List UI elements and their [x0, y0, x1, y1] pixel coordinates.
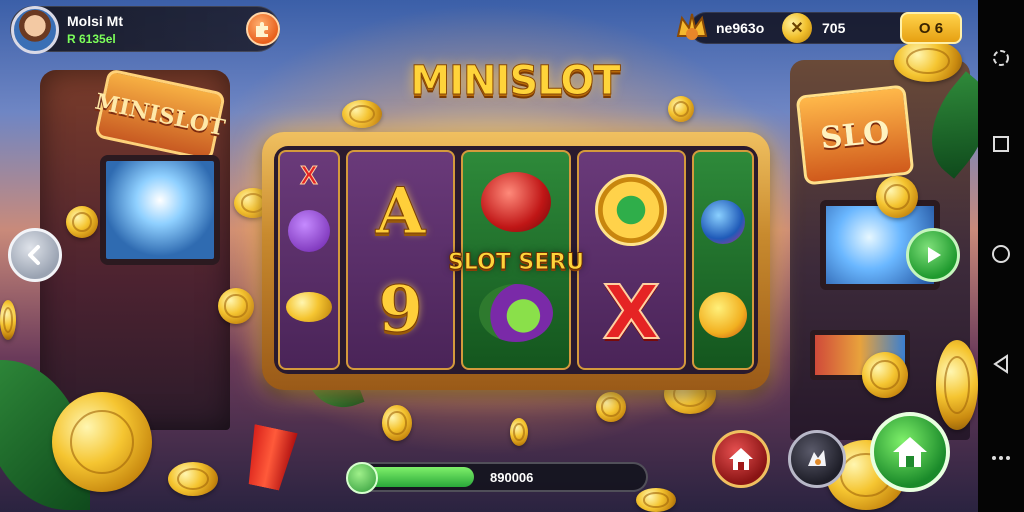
chevron-left-icon	[28, 245, 40, 265]
gem-count: ne963o	[716, 20, 765, 36]
play-button[interactable]	[906, 228, 960, 282]
arcade-screen-left	[100, 155, 220, 265]
home-icon	[729, 448, 753, 470]
android-rotate-icon[interactable]	[989, 46, 1013, 70]
shop-button[interactable]	[712, 430, 770, 488]
coin-decoration	[876, 176, 918, 218]
coin-decoration	[382, 405, 412, 441]
soda-cup-decoration	[242, 424, 298, 492]
avatar[interactable]	[11, 6, 59, 54]
profile-button[interactable]	[788, 430, 846, 488]
symbol-apple	[480, 172, 551, 232]
arcade-sign-right: SLO	[795, 84, 915, 186]
coin-decoration	[0, 300, 16, 340]
coin-decoration	[668, 96, 694, 122]
symbol-coin	[285, 292, 332, 322]
coin-decoration	[894, 40, 962, 82]
coin-decoration	[936, 340, 978, 430]
game-stage: MINISLOT SLO Molsi Mt R 6135el ne963o ✕ …	[0, 0, 978, 512]
progress-bar: 890006	[346, 462, 648, 494]
reel-5	[692, 150, 754, 370]
coin-decoration	[596, 392, 626, 422]
crown-icon[interactable]	[672, 8, 712, 48]
puzzle-button[interactable]	[246, 12, 280, 46]
reel-4: X	[576, 150, 687, 370]
play-icon	[928, 247, 941, 263]
coin-decoration	[218, 288, 254, 324]
coin-decoration	[862, 352, 908, 398]
coin-count: 705	[822, 20, 846, 36]
puzzle-icon	[256, 22, 268, 37]
symbol-orange	[699, 292, 747, 338]
previous-button[interactable]	[8, 228, 62, 282]
progress-text: 890006	[490, 470, 534, 485]
arcade-machine-left: MINISLOT	[40, 68, 230, 430]
symbol-x-small: X	[300, 160, 318, 191]
game-logo: MINISLOT	[410, 58, 621, 105]
symbol-fruit-mix	[478, 284, 553, 342]
symbol-compass	[595, 174, 668, 246]
symbol-berry	[701, 200, 745, 244]
home-icon	[893, 437, 927, 467]
android-square-icon[interactable]	[989, 132, 1013, 156]
player-name: Molsi Mt	[67, 13, 123, 29]
android-more-icon[interactable]	[989, 446, 1013, 470]
player-profile[interactable]: Molsi Mt R 6135el	[10, 6, 280, 54]
coin-decoration	[636, 488, 676, 512]
coin-decoration	[168, 462, 218, 496]
symbol-digit-9: 9	[378, 272, 424, 348]
reel-2: A 9	[345, 150, 456, 370]
arcade-sign-left: MINISLOT	[93, 68, 227, 162]
coin-decoration	[342, 100, 382, 128]
coin-decoration	[52, 392, 152, 492]
symbol-grape	[287, 210, 330, 252]
slot-center-label: SLOT SERU	[447, 250, 585, 276]
android-navigation-bar	[978, 0, 1024, 512]
reel-1: X	[278, 150, 340, 370]
pencil-icon	[346, 462, 378, 494]
android-circle-icon[interactable]	[989, 242, 1013, 266]
player-balance: R 6135el	[67, 32, 116, 46]
android-back-icon[interactable]	[989, 352, 1013, 376]
coin-decoration	[510, 418, 528, 446]
coin-icon: ✕	[782, 13, 812, 43]
coin-decoration	[66, 206, 98, 238]
bonus-button[interactable]: O 6	[900, 12, 962, 44]
fox-icon	[808, 450, 826, 466]
symbol-letter-a: A	[375, 174, 426, 250]
symbol-x-big: X	[602, 269, 661, 357]
home-button[interactable]	[870, 412, 950, 492]
